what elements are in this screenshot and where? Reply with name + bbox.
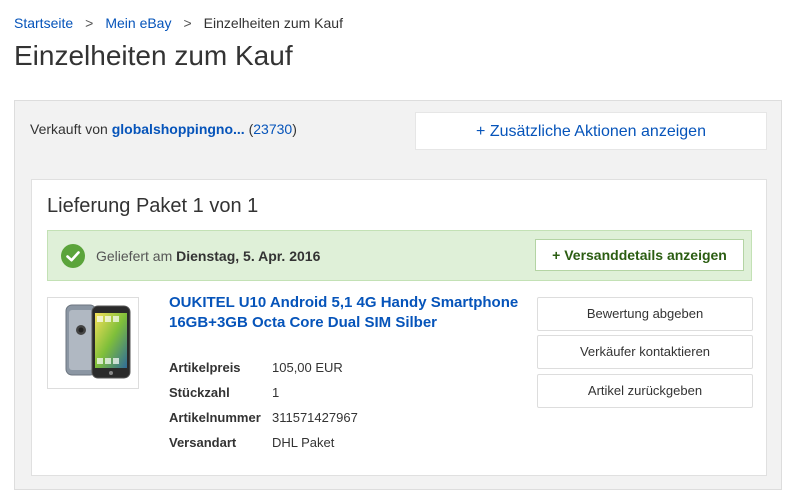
spec-label: Versandart [169,435,237,450]
seller-name-link[interactable]: globalshoppingno... [112,121,245,137]
smartphone-image [65,304,131,379]
spec-row-price: Artikelpreis 105,00 EUR [169,360,343,375]
more-actions-button[interactable]: + Zusätzliche Aktionen anzeigen [415,112,767,150]
shipment-title: Lieferung Paket 1 von 1 [47,195,259,217]
spec-value: DHL Paket [272,435,335,450]
shipment-panel: Lieferung Paket 1 von 1 Geliefert am Die… [31,179,767,476]
check-circle-icon [61,244,85,268]
spec-row-quantity: Stückzahl 1 [169,385,279,400]
breadcrumb-home-link[interactable]: Startseite [14,15,73,31]
delivery-status-bar: Geliefert am Dienstag, 5. Apr. 2016 + Ve… [47,230,752,281]
leave-feedback-button[interactable]: Bewertung abgeben [537,297,753,331]
spec-row-item-number: Artikelnummer 311571427967 [169,410,358,425]
shipping-details-button[interactable]: + Versanddetails anzeigen [535,239,744,271]
spec-label: Stückzahl [169,385,230,400]
seller-prefix: Verkauft von [30,121,108,137]
breadcrumb: Startseite > Mein eBay > Einzelheiten zum Ka… [14,15,343,31]
spec-value: 105,00 EUR [272,360,343,375]
breadcrumb-separator: > [85,15,94,31]
breadcrumb-current: Einzelheiten zum Kauf [203,15,343,31]
page-title: Einzelheiten zum Kauf [14,40,293,71]
contact-seller-button[interactable]: Verkäufer kontaktieren [537,335,753,369]
spec-label: Artikelnummer [169,410,261,425]
seller-feedback-score-link[interactable]: 23730 [253,121,292,137]
close-paren: ) [292,121,297,137]
item-thumbnail[interactable] [47,297,139,389]
order-panel: Verkauft von globalshoppingno... (23730)… [14,100,782,490]
spec-value: 1 [272,385,280,400]
breadcrumb-separator: > [183,15,192,31]
return-item-button[interactable]: Artikel zurückgeben [537,374,753,408]
seller-info: Verkauft von globalshoppingno... (23730) [30,121,297,137]
spec-value: 311571427967 [272,410,358,425]
delivery-date: Dienstag, 5. Apr. 2016 [176,248,321,264]
status-prefix: Geliefert am [96,248,173,264]
delivery-status-text: Geliefert am Dienstag, 5. Apr. 2016 [96,248,320,264]
breadcrumb-my-ebay-link[interactable]: Mein eBay [105,15,171,31]
spec-label: Artikelpreis [169,360,241,375]
item-title-link[interactable]: OUKITEL U10 Android 5,1 4G Handy Smartph… [169,293,519,333]
spec-row-shipping-method: Versandart DHL Paket [169,435,334,450]
